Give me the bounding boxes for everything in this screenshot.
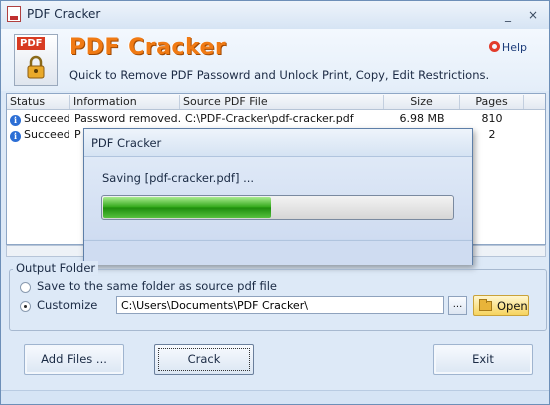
info-icon: i [10, 131, 21, 142]
folder-icon [479, 299, 492, 311]
saving-message: Saving [pdf-cracker.pdf] ... [102, 171, 255, 185]
info-icon: i [10, 115, 21, 126]
app-window: PDF Cracker _ × PDF PDF Cracker Quick to… [0, 0, 550, 405]
row-information: Password removed. [74, 112, 180, 125]
status-text: Succeed [24, 112, 69, 125]
lock-icon [27, 55, 45, 79]
same-folder-label[interactable]: Save to the same folder as source pdf fi… [37, 279, 277, 293]
dialog-title: PDF Cracker [91, 136, 162, 150]
help-label: Help [501, 41, 527, 54]
row-status: i Succeed [9, 127, 69, 143]
browse-button[interactable]: ... [448, 296, 467, 315]
column-header-pages[interactable]: Pages [460, 95, 524, 109]
dialog-body: Saving [pdf-cracker.pdf] ... [84, 157, 472, 239]
app-header: PDF PDF Cracker Quick to Remove PDF Pass… [1, 29, 549, 91]
table-header: Status Information Source PDF File Size … [7, 94, 545, 110]
output-path-input[interactable] [116, 296, 444, 314]
crack-button[interactable]: Crack [154, 344, 254, 375]
add-files-button[interactable]: Add Files ... [24, 344, 124, 375]
status-text: Succeed [24, 128, 69, 141]
column-header-information[interactable]: Information [70, 95, 180, 109]
logo-pdf-tag: PDF [17, 37, 46, 50]
row-source-file: C:\PDF-Cracker\pdf-cracker.pdf [185, 112, 354, 125]
output-folder-label: Output Folder [13, 261, 99, 275]
column-header-size[interactable]: Size [384, 95, 460, 109]
minimize-button[interactable]: _ [501, 8, 515, 22]
same-folder-radio[interactable] [20, 282, 31, 293]
open-label: Open [497, 299, 528, 313]
row-size: 6.98 MB [399, 112, 445, 125]
app-tagline: Quick to Remove PDF Passowrd and Unlock … [69, 68, 490, 82]
window-title: PDF Cracker [27, 7, 101, 21]
progress-bar [101, 195, 454, 220]
row-status: i Succeed [9, 111, 69, 127]
app-icon [7, 6, 21, 22]
column-header-source-file[interactable]: Source PDF File [180, 95, 384, 109]
status-bar [1, 390, 549, 404]
pdf-lock-logo-icon: PDF [14, 34, 58, 86]
close-button[interactable]: × [526, 8, 540, 22]
row-pages: 810 [481, 112, 503, 125]
open-folder-button[interactable]: Open [473, 295, 529, 316]
customize-label[interactable]: Customize [37, 298, 97, 312]
help-link[interactable]: Help [488, 41, 527, 54]
lifebuoy-icon [488, 41, 500, 52]
customize-radio[interactable] [20, 301, 31, 312]
exit-button[interactable]: Exit [433, 344, 533, 375]
dialog-footer [84, 240, 472, 265]
title-bar: PDF Cracker _ × [1, 1, 549, 30]
progress-fill [103, 197, 272, 218]
dialog-title-bar: PDF Cracker [84, 129, 472, 157]
progress-dialog: PDF Cracker Saving [pdf-cracker.pdf] ... [83, 128, 473, 265]
column-header-status[interactable]: Status [7, 95, 70, 109]
table-row[interactable]: i Succeed Password removed. C:\PDF-Cracke… [7, 111, 545, 127]
app-name-heading: PDF Cracker [69, 35, 227, 60]
